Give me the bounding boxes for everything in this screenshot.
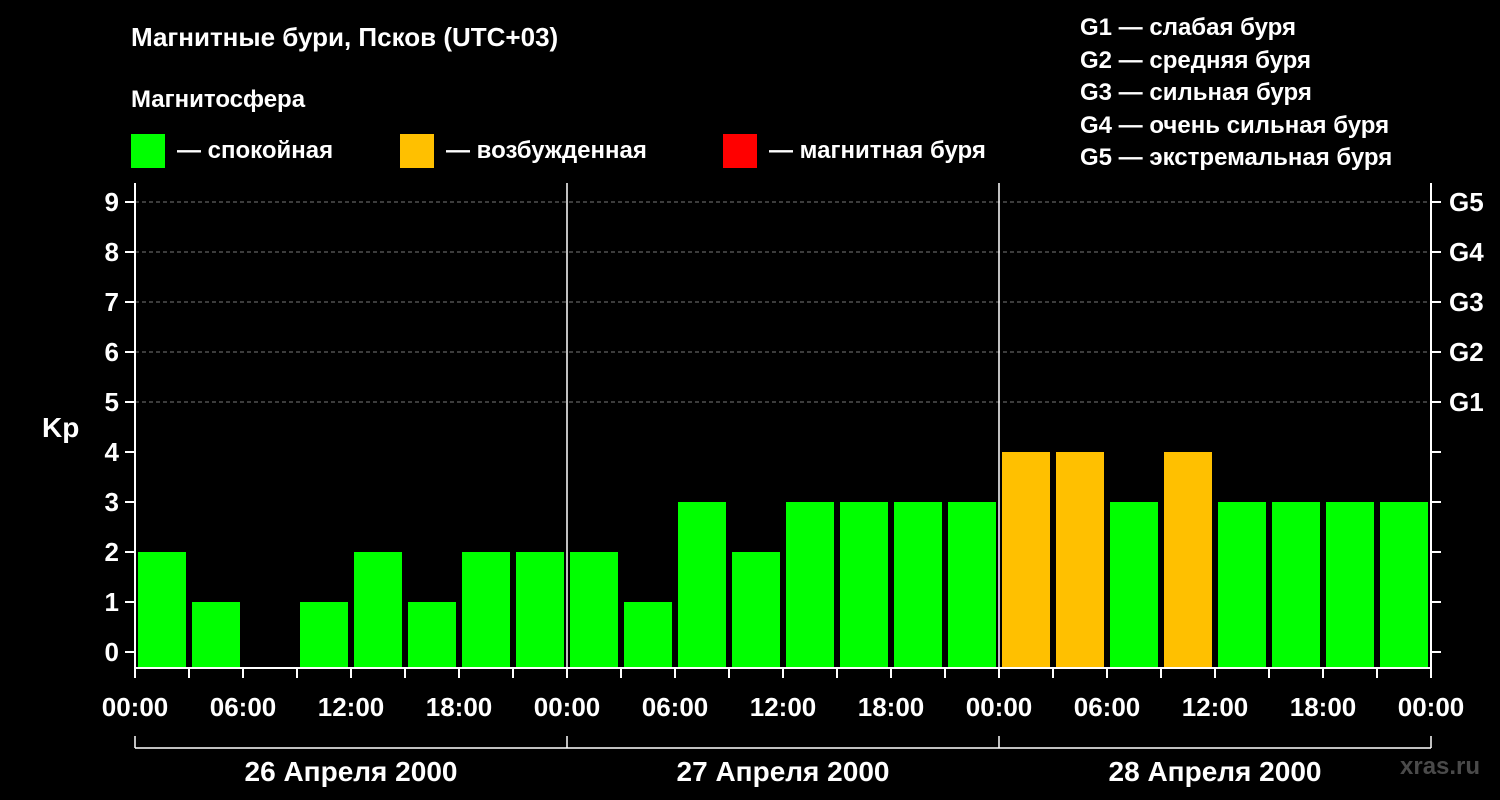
- legend-item-excited: — возбужденная: [400, 134, 647, 168]
- g-legend-g4: G4 — очень сильная буря: [1080, 111, 1390, 139]
- kp-bar: [840, 502, 888, 668]
- g-scale-legend: G1 — слабая буря G2 — средняя буря G3 — …: [1080, 12, 1392, 175]
- g-legend-g3: G3 — сильная буря: [1080, 79, 1312, 106]
- g-legend-g5: G5 — экстремальная буря: [1080, 144, 1393, 171]
- x-tick-label: 00:00: [966, 692, 1033, 722]
- y-tick-label: 1: [105, 587, 119, 617]
- legend-item-quiet: — спокойная: [131, 134, 333, 168]
- kp-bar: [570, 552, 618, 668]
- kp-bar: [1218, 502, 1266, 668]
- x-tick-label: 12:00: [1182, 692, 1249, 722]
- g-tick-label: G3: [1449, 287, 1484, 317]
- x-tick-label: 18:00: [426, 692, 493, 722]
- x-tick-label: 00:00: [534, 692, 601, 722]
- kp-bar: [408, 602, 456, 668]
- bars: [138, 452, 1428, 668]
- kp-bar: [786, 502, 834, 668]
- x-tick-label: 18:00: [858, 692, 925, 722]
- kp-bar: [192, 602, 240, 668]
- legend-label-quiet: — спокойная: [177, 137, 334, 164]
- legend-label-excited: — возбужденная: [446, 137, 647, 164]
- legend-swatch-storm: [723, 134, 757, 168]
- g-tick-label: G5: [1449, 187, 1484, 217]
- y-tick-label: 6: [105, 337, 119, 367]
- x-tick-label: 06:00: [642, 692, 709, 722]
- kp-bar: [1380, 502, 1428, 668]
- x-tick-label: 12:00: [750, 692, 817, 722]
- chart-subtitle: Магнитосфера: [131, 86, 306, 113]
- kp-bar: [624, 602, 672, 668]
- legend-label-storm: — магнитная буря: [769, 137, 986, 164]
- x-tick-label: 12:00: [318, 692, 385, 722]
- y-tick-label: 2: [105, 537, 119, 567]
- kp-bar: [1110, 502, 1158, 668]
- kp-bar: [300, 602, 348, 668]
- y-tick-label: 3: [105, 487, 119, 517]
- legend-swatch-excited: [400, 134, 434, 168]
- y-tick-label: 7: [105, 287, 119, 317]
- kp-bar: [948, 502, 996, 668]
- kp-bar: [1002, 452, 1050, 668]
- kp-bar: [354, 552, 402, 668]
- y-tick-label: 9: [105, 187, 119, 217]
- x-tick-label: 00:00: [102, 692, 169, 722]
- g-tick-label: G2: [1449, 337, 1484, 367]
- kp-bar: [138, 552, 186, 668]
- legend-swatch-quiet: [131, 134, 165, 168]
- x-tick-label: 18:00: [1290, 692, 1357, 722]
- kp-bar: [1272, 502, 1320, 668]
- watermark: xras.ru: [1400, 753, 1481, 780]
- chart-title: Магнитные бури, Псков (UTC+03): [131, 22, 559, 52]
- y-tick-label: 5: [105, 387, 119, 417]
- y-tick-label: 0: [105, 637, 119, 667]
- tick-labels: 0 1 2 3 4 5 6 7 8 9 G1 G2 G3 G4 G5 00:00 06:00 12:00 18:00…: [102, 187, 1484, 787]
- kp-bar: [1056, 452, 1104, 668]
- g-legend-g1: G1 — слабая буря: [1080, 14, 1297, 41]
- y-tick-label: 4: [105, 437, 120, 467]
- gridlines: [135, 201, 1431, 403]
- y-tick-label: 8: [105, 237, 119, 267]
- day-label: 27 Апреля 2000: [677, 756, 890, 787]
- g-tick-label: G4: [1449, 237, 1484, 267]
- kp-bar: [678, 502, 726, 668]
- g-tick-label: G1: [1449, 387, 1484, 417]
- x-tick-label: 06:00: [1074, 692, 1141, 722]
- legend-item-storm: — магнитная буря: [723, 134, 986, 168]
- day-label: 26 Апреля 2000: [245, 756, 458, 787]
- kp-bar: [516, 552, 564, 668]
- y-axis-label: Kp: [42, 412, 80, 443]
- kp-bar: [462, 552, 510, 668]
- kp-bar: [1326, 502, 1374, 668]
- x-tick-label: 06:00: [210, 692, 277, 722]
- kp-bar: [894, 502, 942, 668]
- kp-bar: [732, 552, 780, 668]
- kp-bar: [1164, 452, 1212, 668]
- g-legend-g2: G2 — средняя буря: [1080, 46, 1311, 74]
- x-tick-label: 00:00: [1398, 692, 1465, 722]
- day-label: 28 Апреля 2000: [1109, 756, 1322, 787]
